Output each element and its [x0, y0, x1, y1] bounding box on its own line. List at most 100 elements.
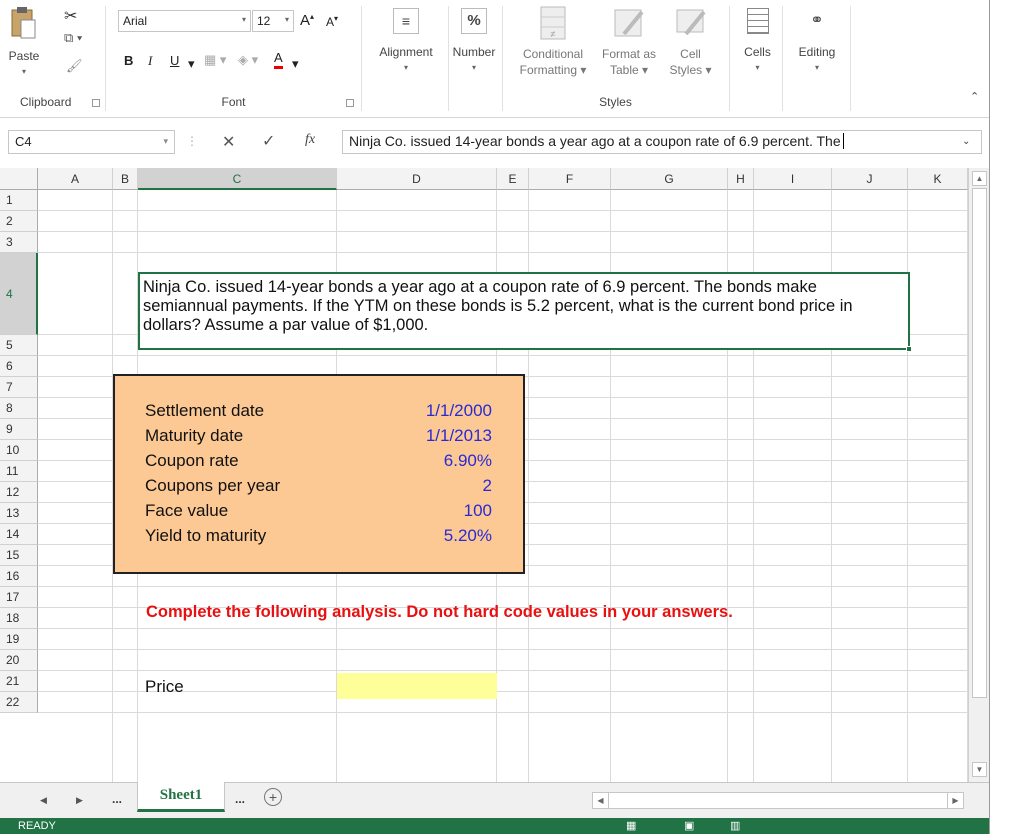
tab-sheet1[interactable]: Sheet1 — [137, 782, 225, 812]
cancel-icon[interactable]: ✕ — [222, 132, 235, 152]
underline-button[interactable]: U — [170, 53, 179, 68]
expand-formula-icon[interactable]: ⌄ — [962, 136, 970, 147]
paste-button[interactable]: Paste ▾ — [4, 4, 44, 80]
input-value[interactable]: 2 — [337, 476, 492, 496]
row-header-8[interactable]: 8 — [0, 398, 38, 419]
row-header-12[interactable]: 12 — [0, 482, 38, 503]
grow-font-button[interactable]: A▴ — [300, 12, 314, 29]
row-header-21[interactable]: 21 — [0, 671, 38, 692]
row-header-15[interactable]: 15 — [0, 545, 38, 566]
row-header-4[interactable]: 4 — [0, 253, 38, 335]
row-gridline — [38, 210, 968, 211]
italic-button[interactable]: I — [148, 53, 152, 69]
horizontal-scrollbar[interactable]: ◀ ▶ — [592, 792, 964, 809]
col-header-k[interactable]: K — [908, 168, 968, 190]
prev-sheet-icon[interactable]: ◀ — [40, 795, 47, 806]
copy-icon[interactable]: ⧉ ▾ — [64, 30, 82, 46]
enter-icon[interactable]: ✓ — [262, 131, 275, 151]
row-header-18[interactable]: 18 — [0, 608, 38, 629]
cut-icon[interactable]: ✂ — [64, 6, 77, 26]
row-header-1[interactable]: 1 — [0, 190, 38, 211]
col-header-g[interactable]: G — [611, 168, 728, 190]
cells-button[interactable]: Cells ▾ — [735, 8, 780, 76]
shrink-font-button[interactable]: A▾ — [326, 14, 338, 29]
editing-button[interactable]: ⚭ Editing ▾ — [786, 8, 848, 76]
row-header-2[interactable]: 2 — [0, 211, 38, 232]
clipboard-launcher[interactable] — [92, 99, 100, 107]
scroll-thumb[interactable] — [972, 188, 987, 698]
input-value[interactable]: 1/1/2013 — [337, 426, 492, 446]
collapse-ribbon-icon[interactable]: ⌃ — [970, 90, 979, 103]
worksheet-grid[interactable]: ABCDEFGHIJK 1 2 3 4 5 6 7 8 9 10 11 12 13 14 15 16 17 18 1… — [0, 168, 968, 782]
fill-handle[interactable] — [906, 346, 912, 352]
scroll-down-icon[interactable]: ▼ — [972, 762, 987, 777]
input-value[interactable]: 1/1/2000 — [337, 401, 492, 421]
underline-dropdown-icon[interactable]: ▾ — [188, 56, 195, 72]
tabs-ellipsis-right[interactable]: ... — [235, 792, 245, 806]
font-color-button[interactable]: A — [274, 50, 283, 69]
row-header-14[interactable]: 14 — [0, 524, 38, 545]
row-header-22[interactable]: 22 — [0, 692, 38, 713]
status-bar: READY ▦ ▣ ▥ — [0, 818, 989, 834]
font-size-combo[interactable]: 12 ▾ — [252, 10, 294, 32]
col-header-j[interactable]: J — [832, 168, 908, 190]
vertical-scrollbar[interactable]: ▲ ▼ — [968, 168, 989, 782]
col-header-h[interactable]: H — [728, 168, 754, 190]
col-header-a[interactable]: A — [38, 168, 113, 190]
row-header-9[interactable]: 9 — [0, 419, 38, 440]
row-header-17[interactable]: 17 — [0, 587, 38, 608]
next-sheet-icon[interactable]: ▶ — [76, 795, 83, 806]
format-as-table-button[interactable]: Format as Table ▾ — [598, 4, 660, 78]
page-layout-icon[interactable]: ▣ — [684, 818, 694, 834]
bold-button[interactable]: B — [124, 53, 133, 68]
row-header-19[interactable]: 19 — [0, 629, 38, 650]
formula-input[interactable]: Ninja Co. issued 14-year bonds a year ag… — [342, 130, 982, 154]
row-header-16[interactable]: 16 — [0, 566, 38, 587]
binoculars-icon: ⚭ — [810, 12, 824, 29]
question-cell[interactable]: Ninja Co. issued 14-year bonds a year ag… — [138, 272, 912, 352]
borders-icon[interactable]: ▦ ▾ — [204, 52, 226, 68]
page-break-icon[interactable]: ▥ — [730, 818, 740, 834]
row-header-7[interactable]: 7 — [0, 377, 38, 398]
input-value[interactable]: 100 — [337, 501, 492, 521]
svg-text:≠: ≠ — [551, 29, 556, 39]
hscroll-left-icon[interactable]: ◀ — [593, 793, 609, 808]
row-header-6[interactable]: 6 — [0, 356, 38, 377]
hscroll-right-icon[interactable]: ▶ — [947, 793, 963, 808]
font-color-dropdown-icon[interactable]: ▾ — [292, 56, 299, 72]
row-header-13[interactable]: 13 — [0, 503, 38, 524]
col-header-c[interactable]: C — [138, 168, 337, 190]
scroll-up-icon[interactable]: ▲ — [972, 171, 987, 186]
col-header-i[interactable]: I — [754, 168, 832, 190]
row-header-20[interactable]: 20 — [0, 650, 38, 671]
col-header-b[interactable]: B — [113, 168, 138, 190]
number-button[interactable]: % Number ▾ — [448, 8, 500, 76]
col-header-e[interactable]: E — [497, 168, 529, 190]
name-box[interactable]: C4 ▾ — [8, 130, 175, 154]
format-painter-icon[interactable]: 🖌 — [66, 58, 83, 74]
row-header-10[interactable]: 10 — [0, 440, 38, 461]
tabs-ellipsis-left[interactable]: ... — [112, 792, 122, 806]
font-launcher[interactable] — [346, 99, 354, 107]
insert-function-icon[interactable]: fx — [305, 132, 315, 148]
percent-icon: % — [461, 8, 487, 34]
normal-view-icon[interactable]: ▦ — [626, 818, 636, 834]
alignment-button[interactable]: ≡ Alignment ▾ — [366, 8, 446, 76]
fill-color-icon[interactable]: ◈ ▾ — [238, 52, 258, 68]
format-as-table-icon — [614, 9, 644, 37]
col-header-f[interactable]: F — [529, 168, 611, 190]
status-mode: READY — [18, 820, 56, 832]
new-sheet-icon[interactable]: + — [264, 788, 282, 806]
price-answer-cell[interactable] — [337, 673, 497, 699]
row-header-5[interactable]: 5 — [0, 335, 38, 356]
row-gridline — [38, 628, 968, 629]
input-value[interactable]: 6.90% — [337, 451, 492, 471]
row-header-3[interactable]: 3 — [0, 232, 38, 253]
col-header-d[interactable]: D — [337, 168, 497, 190]
input-value[interactable]: 5.20% — [337, 526, 492, 546]
row-header-11[interactable]: 11 — [0, 461, 38, 482]
font-name-combo[interactable]: Arial ▾ — [118, 10, 251, 32]
cell-styles-button[interactable]: Cell Styles ▾ — [663, 4, 718, 78]
conditional-formatting-button[interactable]: ≠ Conditional Formatting ▾ — [511, 4, 595, 78]
select-all-corner[interactable] — [0, 168, 38, 190]
